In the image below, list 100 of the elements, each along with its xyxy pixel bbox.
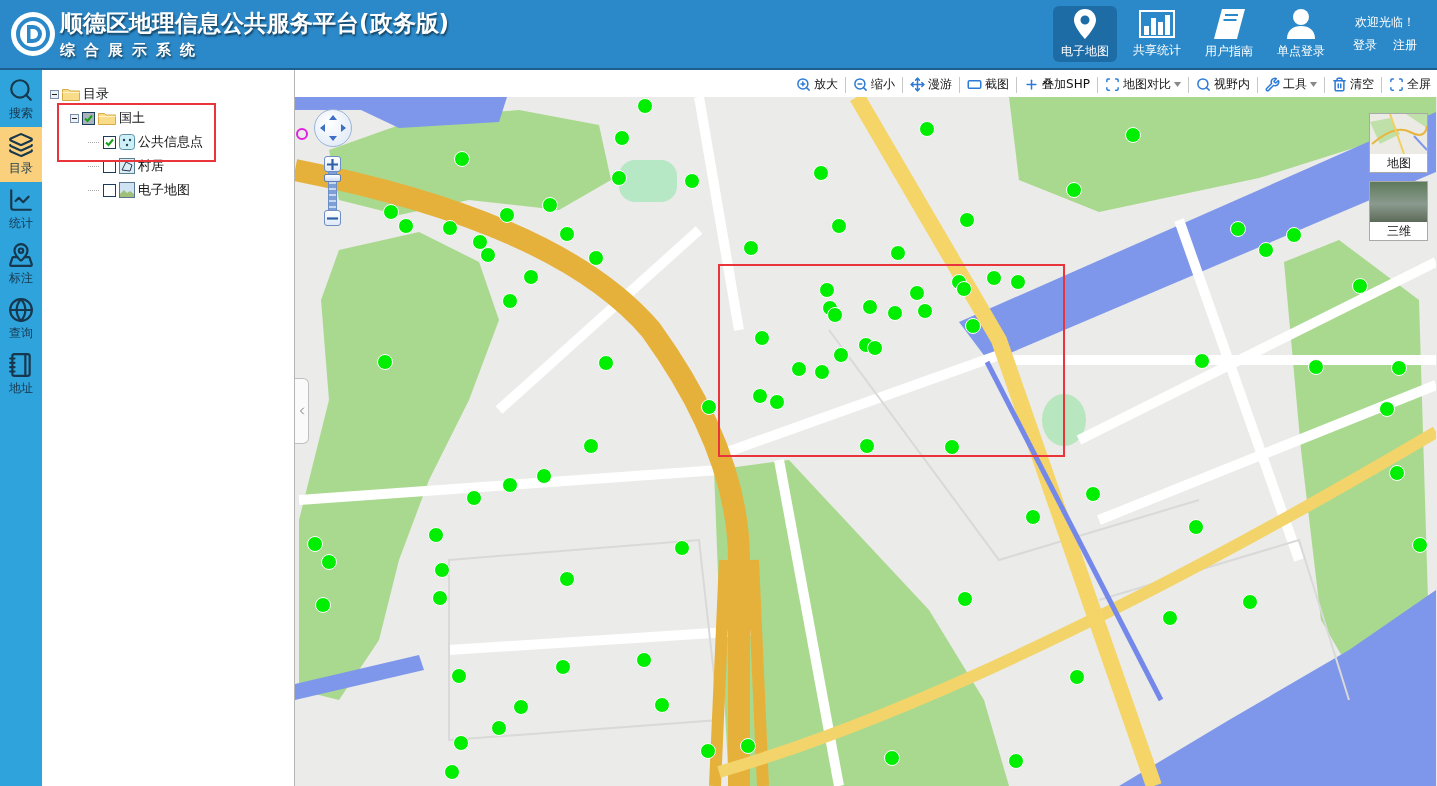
map-marker-icon[interactable] [1391,360,1407,376]
map-marker-icon[interactable] [814,364,830,380]
map-marker-icon[interactable] [513,699,529,715]
map-marker-icon[interactable] [1066,182,1082,198]
nav-button[interactable]: 用户指南 [1197,6,1261,62]
toolbar-button[interactable]: 清空 [1330,73,1376,96]
zoom-slider-thumb[interactable] [324,173,341,182]
map-marker-icon[interactable] [959,212,975,228]
map-marker-icon[interactable] [909,285,925,301]
map-marker-icon[interactable] [1258,242,1274,258]
map-marker-icon[interactable] [636,652,652,668]
map-marker-icon[interactable] [611,170,627,186]
map-marker-icon[interactable] [444,764,460,780]
collapse-toggle[interactable] [50,89,59,99]
toolbar-button[interactable]: 放大 [794,73,841,96]
map-marker-icon[interactable] [919,121,935,137]
map-marker-icon[interactable] [559,571,575,587]
map-marker-icon[interactable] [466,490,482,506]
map-marker-icon[interactable] [315,597,331,613]
map-marker-icon[interactable] [654,697,670,713]
toolbar-button[interactable]: 漫游 [908,73,955,96]
map-marker-icon[interactable] [614,130,630,146]
sidebar-tab[interactable]: 查询 [0,292,42,347]
map-marker-icon[interactable] [1025,509,1041,525]
map-marker-icon[interactable] [956,281,972,297]
map-marker-icon[interactable] [831,218,847,234]
sidebar-tab[interactable]: 标注 [0,237,42,292]
sidebar-tab[interactable]: 目录 [0,127,42,182]
map-marker-icon[interactable] [434,562,450,578]
map-marker-icon[interactable] [502,477,518,493]
map-marker-icon[interactable] [740,738,756,754]
map-marker-icon[interactable] [1008,753,1024,769]
map-marker-icon[interactable] [1230,221,1246,237]
map-marker-icon[interactable] [833,347,849,363]
map-marker-icon[interactable] [321,554,337,570]
map-marker-icon[interactable] [1085,486,1101,502]
sidebar-tab[interactable]: 搜索 [0,72,42,127]
map-marker-icon[interactable] [637,98,653,114]
map-marker-icon[interactable] [453,735,469,751]
toolbar-button[interactable]: 工具 [1263,73,1319,96]
map-marker-icon[interactable] [1286,227,1302,243]
map-marker-icon[interactable] [1379,401,1395,417]
map-marker-icon[interactable] [791,361,807,377]
header-link[interactable]: 注册 [1393,37,1417,54]
nav-button[interactable]: 共享统计 [1125,6,1189,62]
map-marker-icon[interactable] [454,151,470,167]
collapse-toggle[interactable] [70,113,79,123]
map-marker-icon[interactable] [1308,359,1324,375]
map-marker-icon[interactable] [957,591,973,607]
map-marker-icon[interactable] [583,438,599,454]
map-marker-icon[interactable] [813,165,829,181]
map-marker-icon[interactable] [1242,594,1258,610]
zoom-out-button[interactable] [324,210,341,226]
map-marker-icon[interactable] [1162,610,1178,626]
map-marker-icon[interactable] [944,439,960,455]
map-marker-icon[interactable] [754,330,770,346]
map-marker-icon[interactable] [700,743,716,759]
map-marker-icon[interactable] [377,354,393,370]
tree-item-label[interactable]: 目录 [83,85,109,103]
toolbar-button[interactable]: 叠加SHP [1022,73,1092,96]
map-marker-icon[interactable] [1069,669,1085,685]
map-marker-icon[interactable] [598,355,614,371]
map-marker-icon[interactable] [398,218,414,234]
map-marker-icon[interactable] [1125,127,1141,143]
toolbar-button[interactable]: 缩小 [851,73,898,96]
tree-item-label[interactable]: 公共信息点 [138,133,203,151]
nav-button[interactable]: 单点登录 [1269,6,1333,62]
sidebar-tab[interactable]: 统计 [0,182,42,237]
header-link[interactable]: 登录 [1353,37,1377,54]
map-marker-icon[interactable] [701,399,717,415]
map-marker-icon[interactable] [752,388,768,404]
map-marker-icon[interactable] [867,340,883,356]
collapse-panel-button[interactable] [295,378,309,444]
map-marker-icon[interactable] [536,468,552,484]
toolbar-button[interactable]: 视野内 [1194,73,1252,96]
map-marker-icon[interactable] [890,245,906,261]
map-marker-icon[interactable] [1194,353,1210,369]
basemap-button[interactable]: 三维 [1369,181,1428,241]
nav-button[interactable]: 电子地图 [1053,6,1117,62]
map-marker-icon[interactable] [383,204,399,220]
map-marker-icon[interactable] [491,720,507,736]
map-marker-icon[interactable] [743,240,759,256]
map-marker-icon[interactable] [451,668,467,684]
map-marker-icon[interactable] [884,750,900,766]
basemap-button[interactable]: 地图 [1369,113,1428,173]
map-marker-icon[interactable] [472,234,488,250]
zoom-in-button[interactable] [324,156,341,172]
map-marker-icon[interactable] [480,247,496,263]
toolbar-button[interactable]: 地图对比 [1103,73,1183,96]
map-marker-icon[interactable] [555,659,571,675]
toolbar-button[interactable]: 截图 [965,73,1012,96]
map-marker-icon[interactable] [674,540,690,556]
sidebar-tab[interactable]: 地址 [0,347,42,402]
map-marker-icon[interactable] [499,207,515,223]
tree-item-label[interactable]: 国土 [119,109,145,127]
map-marker-icon[interactable] [502,293,518,309]
checkbox[interactable] [103,135,116,149]
map-marker-icon[interactable] [432,590,448,606]
map-marker-icon[interactable] [887,305,903,321]
map-marker-icon[interactable] [986,270,1002,286]
